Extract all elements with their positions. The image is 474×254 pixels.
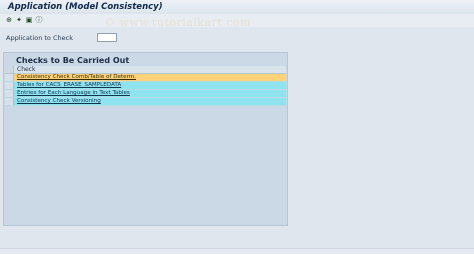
row-selector[interactable] — [5, 74, 14, 81]
table-row[interactable]: Consistency Check Comb/Table of Determ. — [5, 74, 286, 82]
select-all-cell[interactable] — [5, 66, 14, 73]
table-row[interactable]: Entries for Each Language in Text Tables — [5, 90, 286, 98]
row-selector[interactable] — [5, 82, 14, 89]
row-selector[interactable] — [5, 90, 14, 97]
variants-icon[interactable]: ▣ — [25, 16, 33, 24]
table-row[interactable]: Consistency Check Versioning — [5, 98, 286, 106]
watermark: © www.tutorialkart.com — [104, 16, 251, 29]
other-object-icon[interactable]: ✦ — [15, 16, 23, 24]
row-selector[interactable] — [5, 98, 14, 105]
check-link[interactable]: Entries for Each Language in Text Tables — [17, 90, 130, 97]
checks-table: Check Consistency Check Comb/Table of De… — [5, 66, 286, 106]
check-link[interactable]: Tables for CACS_ERASE_SAMPLEDATA — [17, 82, 121, 89]
panel-title: Checks to Be Carried Out — [16, 56, 130, 65]
status-bar — [0, 248, 474, 254]
check-link[interactable]: Consistency Check Versioning — [17, 98, 101, 105]
title-bar: Application (Model Consistency) — [0, 0, 474, 15]
application-to-check-label: Application to Check — [6, 34, 73, 42]
checks-panel: Checks to Be Carried Out Check Consisten… — [3, 52, 288, 226]
check-link[interactable]: Consistency Check Comb/Table of Determ. — [17, 74, 136, 81]
table-row[interactable]: Tables for CACS_ERASE_SAMPLEDATA — [5, 82, 286, 90]
table-header: Check — [5, 66, 286, 74]
column-header-check: Check — [17, 66, 36, 73]
application-to-check-input[interactable] — [97, 33, 117, 42]
execute-icon[interactable]: ⊕ — [5, 16, 13, 24]
info-icon[interactable]: ⓘ — [35, 16, 43, 24]
window-title: Application (Model Consistency) — [8, 2, 163, 12]
